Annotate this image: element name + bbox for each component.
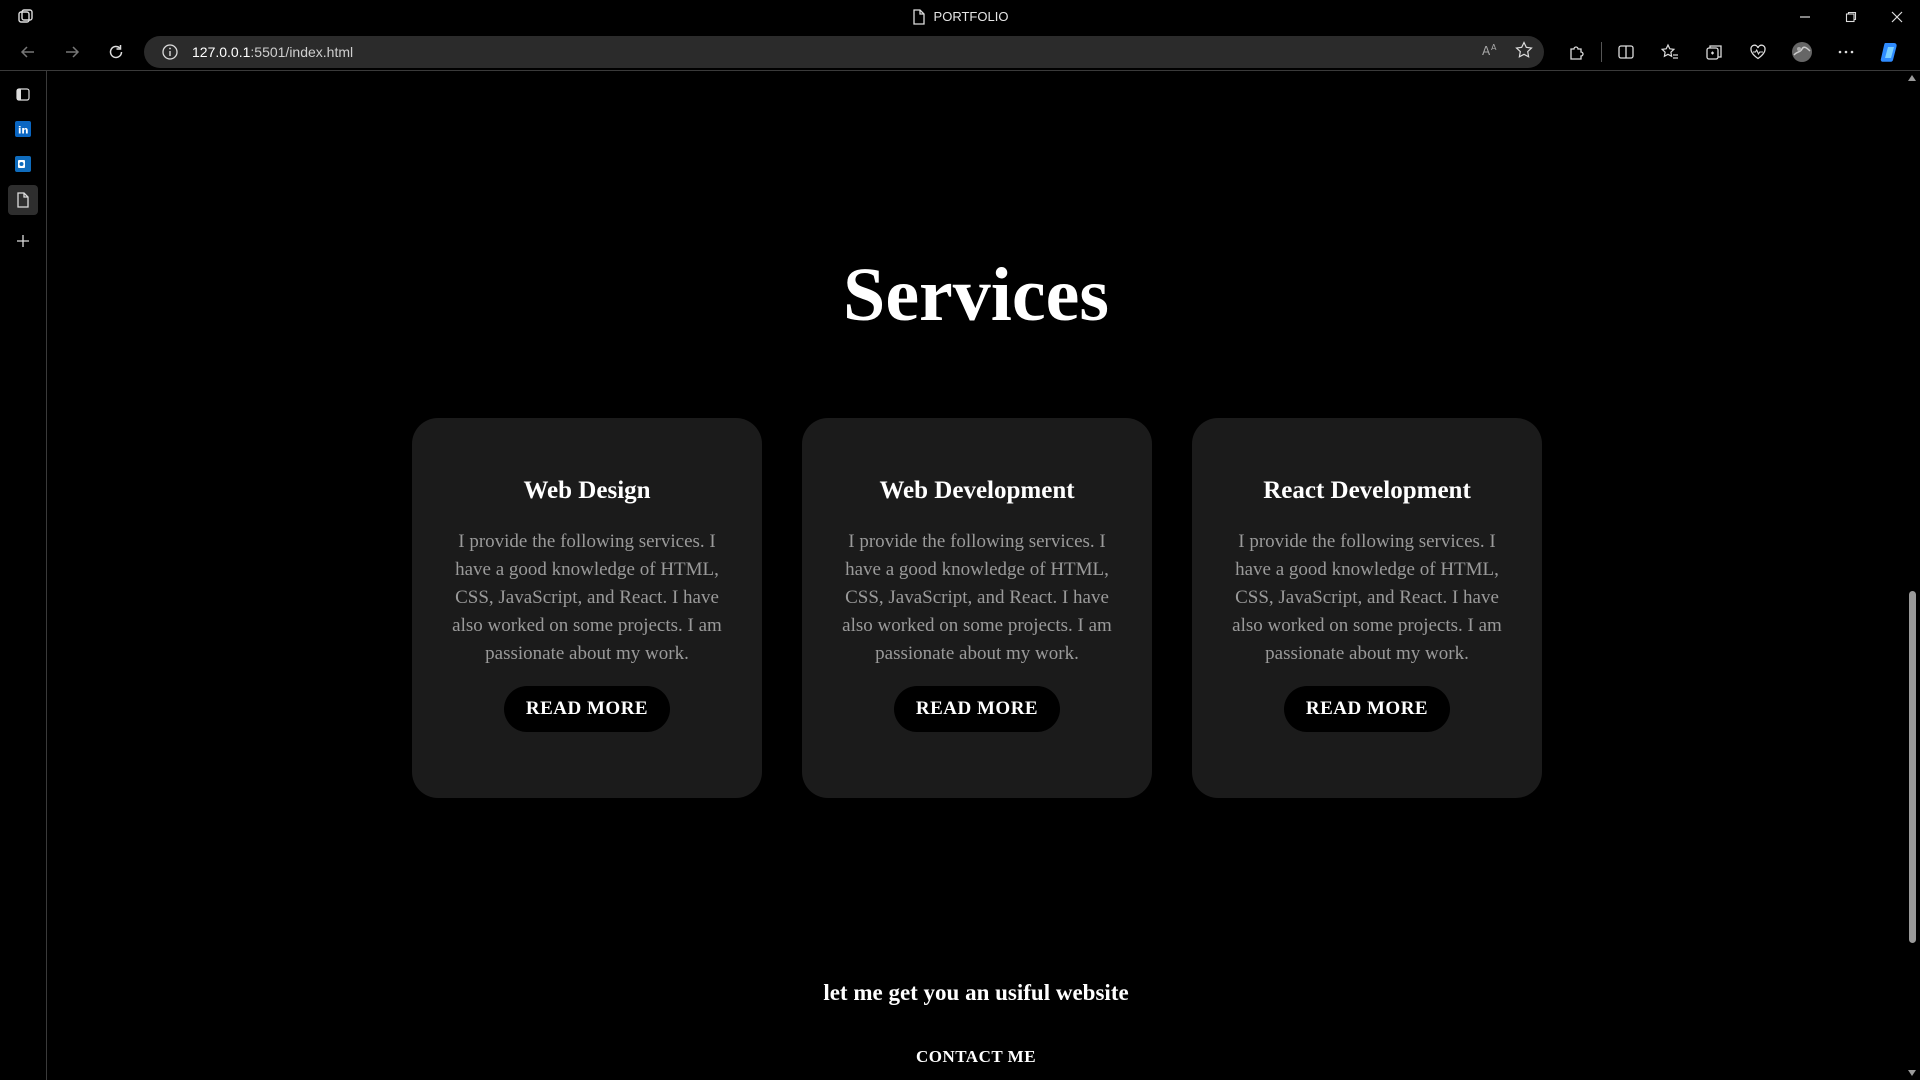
refresh-icon [109,45,123,59]
url-path: :5501/index.html [250,44,354,60]
profile-button[interactable] [1780,33,1824,71]
minimize-icon [1800,15,1810,18]
browser-toolbar: 127.0.0.1:5501/index.html AA [0,33,1920,71]
favorite-star-icon[interactable] [1514,40,1534,65]
card-description: I provide the following services. I have… [452,531,722,664]
plus-icon [17,235,29,247]
contact-me-link[interactable]: CONTACT ME [48,1047,1904,1067]
page-scrollbar[interactable] [1904,71,1920,1080]
page-icon [912,8,926,25]
restore-icon [1845,11,1857,22]
puzzle-icon [1570,46,1584,60]
copilot-button[interactable] [1868,33,1912,71]
refresh-button[interactable] [100,36,132,68]
address-bar-actions: AA [1480,36,1534,68]
back-button[interactable] [12,36,44,68]
svg-text:A: A [1491,43,1497,52]
close-button[interactable] [1874,0,1920,33]
collections-button[interactable] [1692,33,1736,71]
toolbar-icons [1555,33,1912,71]
page-content: Services Web Design I provide the follow… [48,71,1904,1080]
avatar [1792,42,1812,62]
favorites-button[interactable] [1648,33,1692,71]
services-heading: Services [843,253,1109,337]
toolbar-separator [1601,42,1602,62]
back-arrow-icon [20,46,34,58]
window-controls [1782,0,1920,33]
extensions-button[interactable] [1555,33,1599,71]
sidebar-item-outlook[interactable] [8,149,38,179]
service-card-web-development: Web Development I provide the following … [802,418,1152,798]
page-icon [17,192,29,208]
sidebar-item-add[interactable] [8,226,38,256]
split-screen-icon [1618,45,1634,59]
svg-text:in: in [18,126,29,137]
card-title: Web Design [523,477,651,504]
service-card-react-development: React Development I provide the followin… [1192,418,1542,798]
scroll-down-arrow-icon[interactable] [1908,1070,1916,1076]
sidebar-item-page[interactable] [8,185,38,215]
linkedin-icon: in [15,121,31,137]
url-text: 127.0.0.1:5501/index.html [192,44,353,60]
collections-icon [1706,45,1722,60]
url-host: 127.0.0.1 [192,44,251,60]
services-cards: Web Design I provide the following servi… [412,418,1542,798]
close-icon [1891,11,1903,22]
site-info-icon[interactable] [160,42,180,62]
card-title: Web Development [879,477,1075,504]
window-title-text: PORTFOLIO [933,9,1009,24]
window-title: PORTFOLIO [0,0,1920,33]
scrollbar-thumb[interactable] [1909,591,1916,943]
forward-arrow-icon [66,46,80,58]
forward-button[interactable] [56,36,88,68]
restore-button[interactable] [1828,0,1874,33]
minimize-button[interactable] [1782,0,1828,33]
card-description: I provide the following services. I have… [842,531,1112,664]
read-aloud-icon[interactable]: AA [1480,40,1500,65]
outlook-icon [15,156,31,172]
more-icon [1838,50,1854,54]
copilot-icon [1880,43,1897,62]
read-more-button[interactable]: READ MORE [1283,686,1451,732]
sidebar-item-linkedin[interactable]: in [8,114,38,144]
sidebar-item-tab-actions[interactable] [8,79,38,109]
svg-text:A: A [1482,44,1491,58]
browser-sidebar: in [0,71,47,1080]
more-options-button[interactable] [1824,33,1868,71]
card-description: I provide the following services. I have… [1232,531,1502,664]
read-more-button[interactable]: READ MORE [893,686,1061,732]
tab-actions-icon [16,88,30,101]
cta-text: let me get you an usiful website [823,980,1129,1005]
scroll-up-arrow-icon[interactable] [1908,75,1916,81]
heart-pulse-icon [1750,44,1766,60]
browser-essentials-button[interactable] [1736,33,1780,71]
split-screen-button[interactable] [1604,33,1648,71]
workspaces-icon[interactable] [16,7,36,27]
service-card-web-design: Web Design I provide the following servi… [412,418,762,798]
address-bar[interactable]: 127.0.0.1:5501/index.html AA [144,36,1544,68]
card-title: React Development [1263,477,1471,504]
title-bar: PORTFOLIO [0,0,1920,33]
read-more-button[interactable]: READ MORE [503,686,671,732]
favorites-icon [1660,43,1678,59]
